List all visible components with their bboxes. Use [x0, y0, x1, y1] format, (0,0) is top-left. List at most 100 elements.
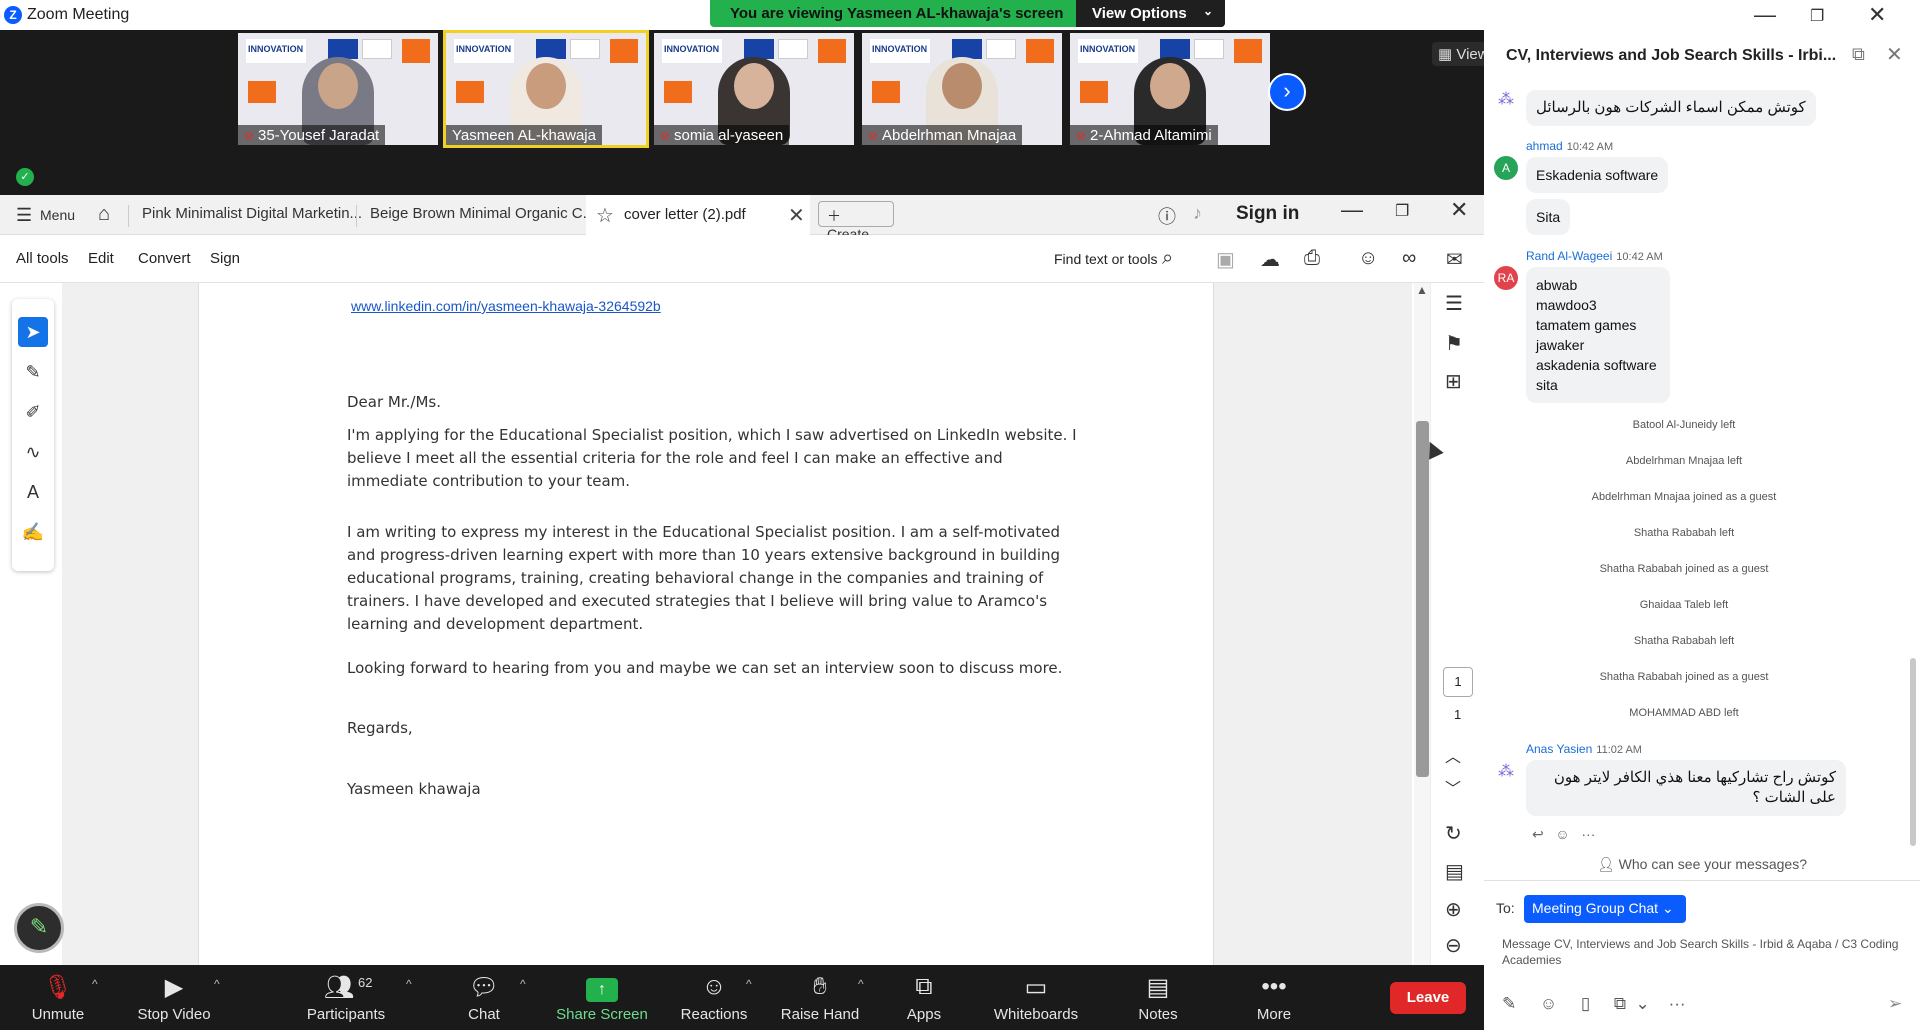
- tab-beige-brown[interactable]: Beige Brown Minimal Organic C...: [370, 205, 595, 222]
- create-button[interactable]: ＋ Create: [818, 201, 894, 242]
- share-user-icon[interactable]: ☺: [1358, 247, 1378, 270]
- tab-cover-letter[interactable]: ☆ cover letter (2).pdf ✕: [586, 195, 810, 235]
- vertical-scrollbar[interactable]: ▲: [1414, 283, 1430, 965]
- avatar: ⁂: [1494, 88, 1518, 112]
- tab-pink-minimalist[interactable]: Pink Minimalist Digital Marketin...: [142, 205, 362, 222]
- chat-scrollbar[interactable]: [1910, 658, 1916, 846]
- page-down-icon[interactable]: ﹀: [1445, 775, 1461, 799]
- highlight-pen-icon[interactable]: ✐: [18, 397, 48, 427]
- rotate-icon[interactable]: ↻: [1445, 821, 1462, 846]
- edit-pencil-fab-icon[interactable]: ✎: [14, 903, 64, 953]
- more-dots-icon[interactable]: ···: [1581, 826, 1595, 842]
- left-tool-rail: ➤ ✎ ✐ ∿ A ✍: [12, 299, 54, 571]
- sign-menu[interactable]: Sign: [210, 250, 240, 267]
- avatar: RA: [1494, 266, 1518, 290]
- chevron-up-icon[interactable]: ^: [746, 977, 752, 991]
- video-tile[interactable]: INNOVATION ⊘ somia al-yaseen: [654, 33, 854, 145]
- send-icon[interactable]: ➢: [1888, 994, 1902, 1014]
- whiteboards-button[interactable]: ▭ Whiteboards: [986, 965, 1086, 1030]
- raise-hand-button[interactable]: ✋︎ ^ Raise Hand: [770, 965, 870, 1030]
- convert-menu[interactable]: Convert: [138, 250, 191, 267]
- more-dots-icon[interactable]: ···: [1669, 994, 1686, 1013]
- view-options-button[interactable]: View Options ⌄: [1076, 0, 1225, 27]
- scroll-thumb[interactable]: [1416, 421, 1429, 777]
- restore-icon[interactable]: ❐: [1395, 201, 1409, 221]
- page-extract-icon[interactable]: ▤: [1445, 859, 1464, 884]
- hamburger-menu-icon[interactable]: ☰: [16, 205, 32, 226]
- help-icon[interactable]: ⓘ: [1158, 203, 1176, 229]
- link-icon[interactable]: ∞: [1402, 247, 1416, 270]
- reactions-button[interactable]: ☺ ^ Reactions: [664, 965, 764, 1030]
- bookmark-icon[interactable]: ⚑: [1445, 331, 1463, 356]
- minimize-icon[interactable]: —: [1754, 2, 1776, 28]
- linkedin-link[interactable]: www.linkedin.com/in/yasmeen-khawaja-3264…: [351, 298, 661, 314]
- restore-icon[interactable]: ❐: [1810, 6, 1824, 26]
- video-tile-active-speaker[interactable]: INNOVATION Yasmeen AL-khawaja: [443, 30, 649, 148]
- notification-bell-icon[interactable]: ♪: [1193, 203, 1202, 224]
- home-icon[interactable]: ⌂: [98, 203, 110, 226]
- page-up-icon[interactable]: ︿: [1445, 743, 1461, 767]
- compose-toolbar: ✎ ☺ ▯ ⧉ ⌄ ···: [1502, 994, 1686, 1014]
- star-icon[interactable]: ☆: [596, 203, 614, 228]
- chevron-down-icon[interactable]: ⌄: [1635, 994, 1649, 1013]
- close-tab-icon[interactable]: ✕: [788, 203, 805, 228]
- eu-flag-icon: [328, 39, 358, 59]
- participants-button[interactable]: 👥︎ 62 ^ Participants: [296, 965, 412, 1030]
- emoji-icon[interactable]: ☺: [1540, 994, 1557, 1013]
- zoom-in-icon[interactable]: ⊕: [1445, 897, 1462, 922]
- close-chat-icon[interactable]: ✕: [1886, 42, 1903, 67]
- thumbnails-icon[interactable]: ⊞: [1445, 369, 1462, 394]
- freehand-draw-icon[interactable]: ∿: [18, 437, 48, 467]
- apps-button[interactable]: ⧉ Apps: [874, 965, 974, 1030]
- search-icon[interactable]: ⌕: [1162, 247, 1173, 270]
- scroll-up-arrow-icon[interactable]: ▲: [1416, 283, 1428, 297]
- recipient-dropdown[interactable]: Meeting Group Chat ⌄: [1524, 895, 1686, 923]
- message-input[interactable]: Message CV, Interviews and Job Search Sk…: [1502, 936, 1902, 968]
- menu-label[interactable]: Menu: [40, 207, 75, 223]
- current-page-input[interactable]: 1: [1443, 667, 1473, 697]
- screenshot-icon[interactable]: ⧉: [1614, 994, 1626, 1013]
- upload-cloud-icon[interactable]: ☁: [1260, 247, 1280, 272]
- file-icon[interactable]: ▯: [1581, 994, 1590, 1013]
- chevron-up-icon[interactable]: ^: [858, 977, 864, 991]
- all-tools-menu[interactable]: All tools: [16, 250, 69, 267]
- document-viewport[interactable]: www.linkedin.com/in/yasmeen-khawaja-3264…: [62, 283, 1430, 965]
- edit-menu[interactable]: Edit: [88, 250, 114, 267]
- notes-button[interactable]: ▤ Notes: [1108, 965, 1208, 1030]
- find-text-or-tools[interactable]: Find text or tools: [1054, 251, 1158, 267]
- save-icon[interactable]: ▣: [1216, 247, 1235, 272]
- add-comment-icon[interactable]: ✎: [18, 357, 48, 387]
- reply-icon[interactable]: ↩: [1532, 826, 1544, 842]
- video-tile[interactable]: INNOVATION ⊘ 35-Yousef Jaradat: [238, 33, 438, 145]
- video-tile[interactable]: INNOVATION ⊘ 2-Ahmad Altamimi: [1070, 33, 1270, 145]
- print-icon[interactable]: ⎙: [1304, 247, 1320, 270]
- share-screen-button[interactable]: ↑ Share Screen: [552, 965, 652, 1030]
- select-cursor-icon[interactable]: ➤: [18, 317, 48, 347]
- unmute-button[interactable]: 🎙︎ ^ Unmute: [8, 965, 108, 1030]
- email-icon[interactable]: ✉: [1446, 247, 1463, 272]
- chevron-up-icon[interactable]: ^: [214, 977, 220, 991]
- close-window-icon[interactable]: ✕: [1450, 197, 1468, 223]
- leave-button[interactable]: Leave: [1390, 982, 1466, 1014]
- security-shield-icon[interactable]: ✓: [16, 168, 34, 186]
- who-can-see-link[interactable]: 👤︎ Who can see your messages?: [1484, 856, 1920, 880]
- chat-button[interactable]: 💬︎ ^ Chat: [434, 965, 534, 1030]
- chevron-up-icon[interactable]: ^: [406, 977, 412, 991]
- minimize-icon[interactable]: —: [1341, 197, 1363, 223]
- stop-video-button[interactable]: ▶ ^ Stop Video: [124, 965, 224, 1030]
- comments-icon[interactable]: ☰: [1445, 291, 1463, 316]
- chevron-up-icon[interactable]: ^: [520, 977, 526, 991]
- add-reaction-icon[interactable]: ☺: [1555, 826, 1569, 842]
- text-select-icon[interactable]: A: [18, 477, 48, 507]
- more-button[interactable]: ••• More: [1224, 965, 1324, 1030]
- close-window-icon[interactable]: ✕: [1868, 2, 1886, 28]
- chevron-up-icon[interactable]: ^: [92, 977, 98, 991]
- system-message: Batool Al-Juneidy left: [1632, 419, 1736, 431]
- next-page-arrow-icon[interactable]: ›: [1268, 73, 1306, 111]
- format-text-icon[interactable]: ✎: [1502, 994, 1516, 1013]
- zoom-out-icon[interactable]: ⊖: [1445, 933, 1462, 958]
- popout-icon[interactable]: ⧉: [1852, 44, 1865, 65]
- video-tile[interactable]: INNOVATION ⊘ Abdelrhman Mnajaa: [862, 33, 1062, 145]
- sign-in-button[interactable]: Sign in: [1236, 203, 1299, 225]
- fill-sign-icon[interactable]: ✍: [18, 517, 48, 547]
